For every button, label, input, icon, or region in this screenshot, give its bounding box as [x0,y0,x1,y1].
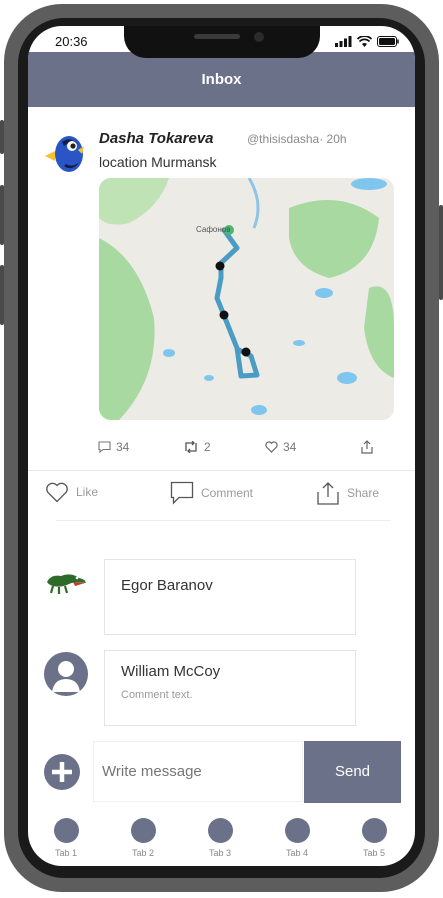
page-title: Inbox [201,71,242,88]
tab-label: Tab 3 [208,848,232,858]
notch [124,26,320,58]
like-stat[interactable]: 34 [265,440,296,454]
share-label: Share [347,486,380,500]
tab-icon [130,818,156,843]
tab-3[interactable]: Tab 3 [200,818,240,858]
like-count: 34 [283,440,297,454]
wifi-icon [357,36,372,47]
mute-switch [0,120,4,154]
comment-stat[interactable]: 34 [98,440,129,454]
like-label: Like [76,485,99,499]
retweet-stat[interactable]: 2 [183,440,211,454]
tab-label: Tab 5 [362,848,386,858]
divider [28,470,415,471]
user-avatar-icon[interactable] [44,652,88,696]
status-icons [335,36,399,47]
retweet-icon [185,441,197,453]
tab-1[interactable]: Tab 1 [46,818,86,858]
tab-icon [207,818,233,843]
tab-5[interactable]: Tab 5 [354,818,394,858]
heart-icon [265,441,278,453]
heart-outline-icon [46,482,68,503]
map-place-label: Сафонов [196,225,230,234]
retweet-count: 2 [204,440,211,454]
comment-author: Egor Baranov [121,577,213,594]
crocodile-avatar-icon[interactable] [45,566,87,596]
comment-text: Comment text. [121,689,193,701]
tab-2[interactable]: Tab 2 [123,818,163,858]
signal-icon [335,36,352,47]
comment-bubble-icon [98,441,111,453]
share-icon [361,440,373,454]
send-button[interactable]: Send [304,741,401,803]
tab-icon [284,818,310,843]
status-time: 20:36 [55,34,88,49]
comment-author: William McCoy [121,663,221,680]
speaker-grille [194,34,240,39]
like-button[interactable]: Like [45,481,98,503]
comment-label: Comment [201,486,254,500]
app-header: Inbox [28,52,415,107]
tab-label: Tab 1 [54,848,78,858]
power-button [439,205,443,300]
volume-up-button [0,185,4,245]
share-outline-icon [317,482,339,505]
tab-label: Tab 2 [131,848,155,858]
route-map[interactable]: Сафонов [99,178,394,420]
post-author-name[interactable]: Dasha Tokareva [99,130,214,147]
screen: 20:36 Inbox Dasha Tokareva @thisisdasha·… [28,26,415,866]
map-graphic: Сафонов [99,178,394,420]
post-handle: @thisisdasha· 20h [247,132,347,146]
divider [56,520,391,521]
comment-card[interactable]: Egor Baranov [104,559,356,635]
front-camera [254,32,264,42]
share-stat[interactable] [360,440,374,454]
plus-icon [52,762,72,782]
fish-avatar-icon[interactable] [42,132,86,176]
tab-icon [53,818,79,843]
share-button[interactable]: Share [316,481,379,505]
tab-icon [361,818,387,843]
battery-icon [377,36,399,47]
add-button[interactable] [44,754,80,790]
tab-4[interactable]: Tab 4 [277,818,317,858]
comment-count: 34 [116,440,130,454]
volume-down-button [0,265,4,325]
comment-button[interactable]: Comment [170,481,253,505]
message-input[interactable] [93,741,303,802]
comment-outline-icon [170,481,194,505]
post-text: location Murmansk [99,154,217,170]
comment-card[interactable]: William McCoy Comment text. [104,650,356,726]
tab-label: Tab 4 [285,848,309,858]
